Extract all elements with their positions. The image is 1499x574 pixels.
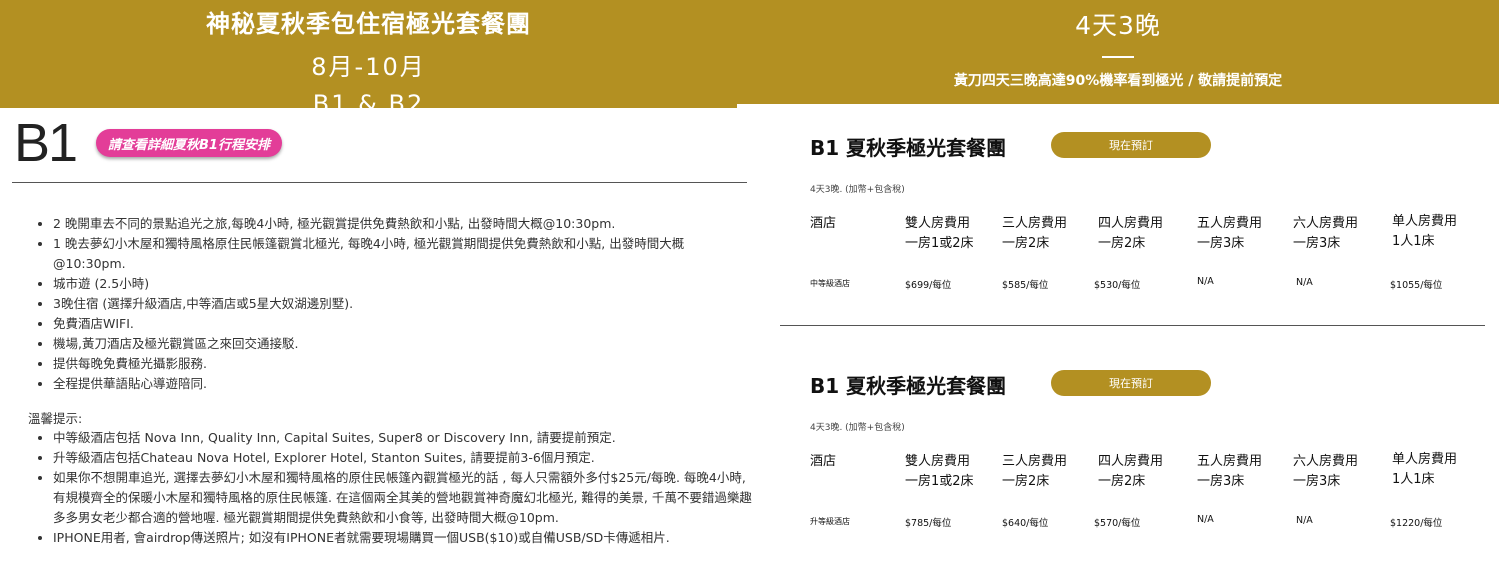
col-header-hotel: 酒店: [810, 454, 837, 469]
price-triple: $585/每位: [1002, 280, 1049, 291]
price-six: N/A: [1296, 277, 1313, 288]
list-item: 2 晚開車去不同的景點追光之旅,每晚4小時, 極光觀賞提供免費熱飲和小點, 出發…: [53, 214, 743, 234]
col-header-hotel: 酒店: [810, 216, 837, 231]
list-item: 提供每晚免費極光攝影服務.: [53, 354, 743, 374]
col-header-single: 单人房費用 1人1床: [1392, 214, 1458, 249]
col-header-quad: 四人房費用 一房2床: [1098, 454, 1164, 489]
price-double: $699/每位: [905, 280, 952, 291]
tips-label: 溫馨提示:: [28, 411, 83, 426]
list-item: IPHONE用者, 會airdrop傳送照片; 如沒有IPHONE者就需要現場購…: [53, 528, 753, 548]
list-item: 中等級酒店包括 Nova Inn, Quality Inn, Capital S…: [53, 428, 753, 448]
list-item: 1 晚去夢幻小木屋和獨特風格原住民帳篷觀賞北極光, 每晚4小時, 極光觀賞期間提…: [53, 234, 743, 274]
col-header-single: 单人房費用 1人1床: [1392, 452, 1458, 487]
list-item: 全程提供華語貼心導遊陪同.: [53, 374, 743, 394]
list-item: 免費酒店WIFI.: [53, 314, 743, 334]
price-quad: $530/每位: [1094, 280, 1141, 291]
duration-title: 4天3晚: [1075, 11, 1161, 40]
list-item: 3晚住宿 (選擇升級酒店,中等酒店或5星大奴湖邊別墅).: [53, 294, 743, 314]
col-header-triple: 三人房費用 一房2床: [1002, 454, 1068, 489]
package-title: B1 夏秋季極光套餐團: [810, 136, 1007, 160]
hotel-tier: 升等級酒店: [810, 517, 850, 526]
book-now-button[interactable]: 現在預訂: [1051, 370, 1211, 396]
hotel-tier: 中等級酒店: [810, 279, 850, 288]
price-double: $785/每位: [905, 518, 952, 529]
col-header-five: 五人房費用 一房3床: [1197, 454, 1263, 489]
price-single: $1220/每位: [1390, 518, 1443, 529]
itinerary-list: 2 晚開車去不同的景點追光之旅,每晚4小時, 極光觀賞提供免費熱飲和小點, 出發…: [35, 214, 743, 394]
col-header-triple: 三人房費用 一房2床: [1002, 216, 1068, 251]
banner-dates: 8月-10月: [311, 53, 426, 81]
price-five: N/A: [1197, 514, 1214, 525]
banner-title: 神秘夏秋季包住宿極光套餐團: [206, 10, 531, 38]
price-five: N/A: [1197, 276, 1214, 287]
col-header-five: 五人房費用 一房3床: [1197, 216, 1263, 251]
right-banner: 4天3晚 黃刀四天三晚高達90%機率看到極光 / 敬請提前預定: [737, 0, 1499, 104]
package-divider: [780, 325, 1485, 326]
col-header-six: 六人房費用 一房3床: [1293, 216, 1359, 251]
banner-codes: B1 & B2: [312, 90, 425, 118]
price-triple: $640/每位: [1002, 518, 1049, 529]
col-header-double: 雙人房費用 一房1或2床: [905, 454, 974, 489]
price-single: $1055/每位: [1390, 280, 1443, 291]
itinerary-detail-button[interactable]: 請查看詳細夏秋B1行程安排: [96, 129, 282, 157]
section-divider: [12, 182, 747, 183]
book-now-button[interactable]: 現在預訂: [1051, 132, 1211, 158]
package-note: 4天3晚. (加幣+包含稅): [810, 423, 905, 433]
tips-list: 中等級酒店包括 Nova Inn, Quality Inn, Capital S…: [35, 428, 753, 548]
package-note: 4天3晚. (加幣+包含稅): [810, 185, 905, 195]
left-banner: 神秘夏秋季包住宿極光套餐團 8月-10月 B1 & B2: [0, 0, 737, 118]
list-item: 機場,黃刀酒店及極光觀賞區之來回交通接駁.: [53, 334, 743, 354]
price-six: N/A: [1296, 515, 1313, 526]
section-heading: B1: [14, 113, 78, 173]
banner-subtitle: 黃刀四天三晚高達90%機率看到極光 / 敬請提前預定: [953, 73, 1283, 89]
col-header-six: 六人房費用 一房3床: [1293, 454, 1359, 489]
list-item: 如果你不想開車追光, 選擇去夢幻小木屋和獨特風格的原住民帳篷內觀賞極光的話 , …: [53, 468, 753, 528]
col-header-quad: 四人房費用 一房2床: [1098, 216, 1164, 251]
list-item: 城市遊 (2.5小時): [53, 274, 743, 294]
divider-dash: [1102, 56, 1134, 58]
package-title: B1 夏秋季極光套餐團: [810, 374, 1007, 398]
col-header-double: 雙人房費用 一房1或2床: [905, 216, 974, 251]
list-item: 升等級酒店包括Chateau Nova Hotel, Explorer Hote…: [53, 448, 753, 468]
price-quad: $570/每位: [1094, 518, 1141, 529]
